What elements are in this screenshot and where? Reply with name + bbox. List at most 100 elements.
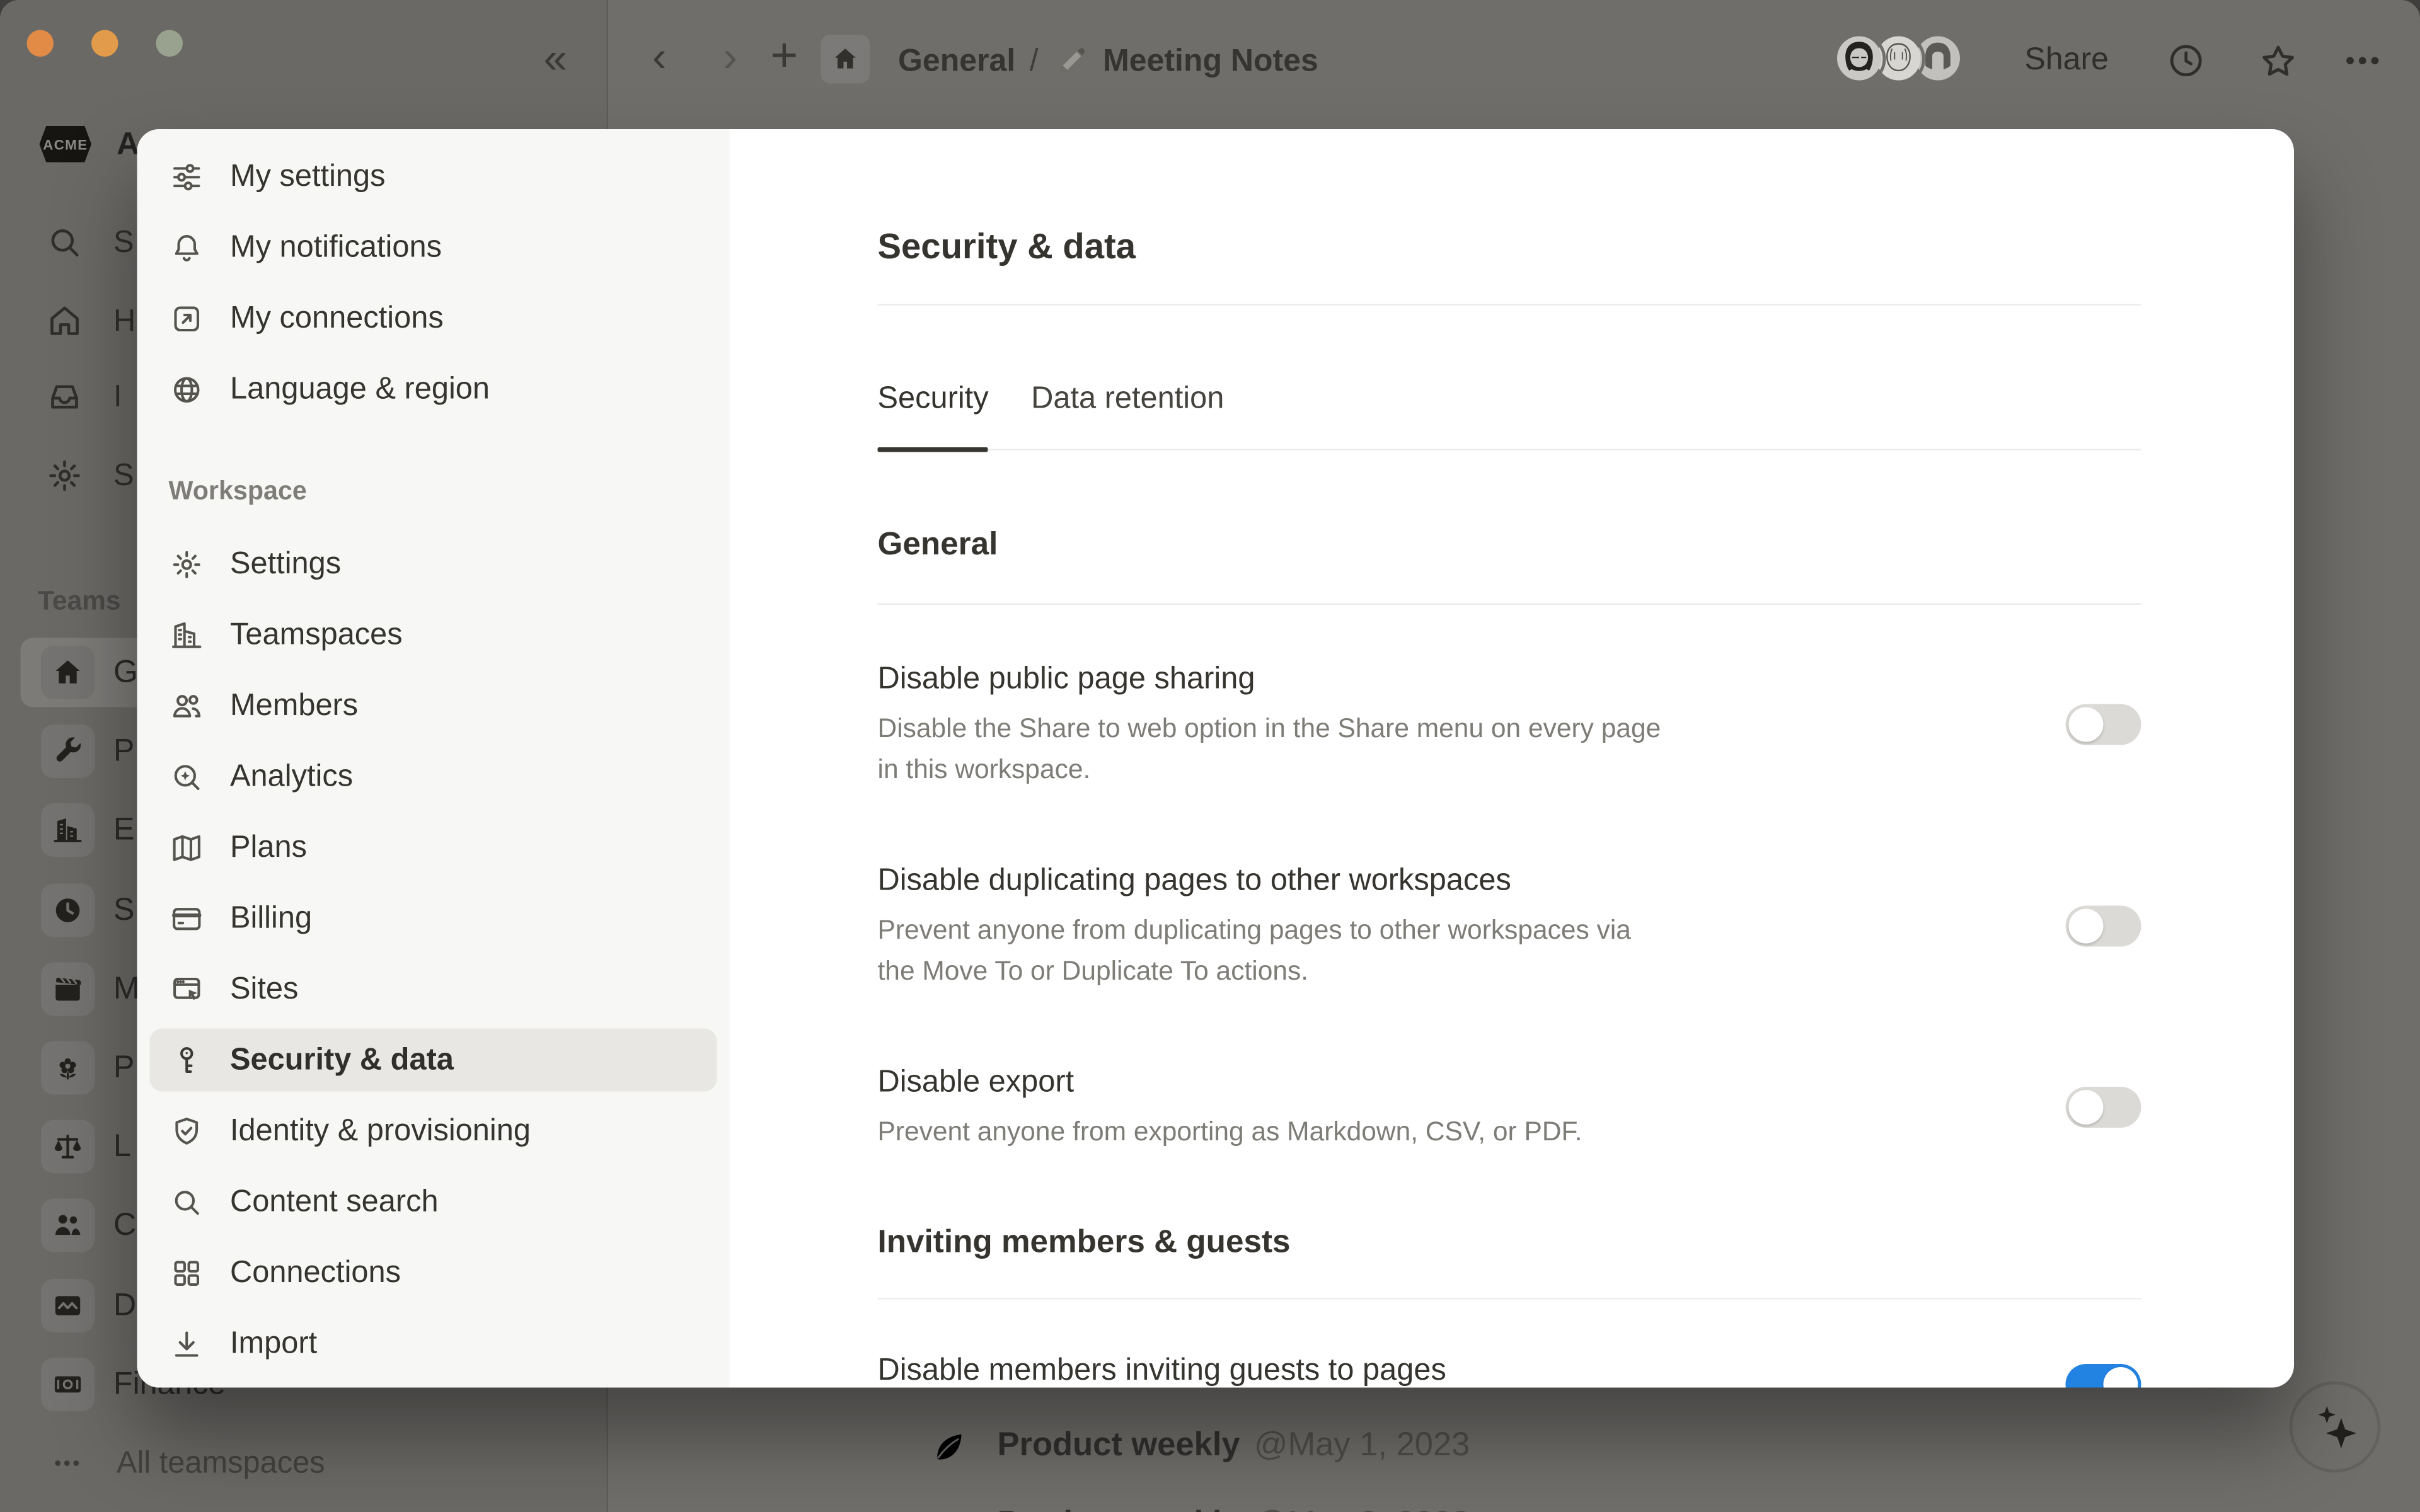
inbox-icon[interactable]	[44, 377, 85, 418]
divider	[878, 604, 2141, 605]
credit-card-icon	[169, 900, 205, 937]
tab-security[interactable]: Security	[878, 378, 989, 449]
sidebar-item-settings[interactable]: S	[113, 455, 134, 496]
home-icon	[831, 44, 861, 74]
gear-icon[interactable]	[44, 455, 85, 496]
teamspace-customers[interactable]	[41, 1199, 95, 1252]
sliders-icon	[169, 158, 205, 195]
settings-nav-identity-provisioning[interactable]: Identity & provisioning	[150, 1099, 717, 1162]
favorite-star-icon[interactable]	[2256, 40, 2300, 84]
key-icon	[169, 1042, 205, 1079]
toggle-disable-export[interactable]	[2066, 1087, 2141, 1128]
sidebar-collapse-icon[interactable]: «	[544, 38, 568, 81]
settings-nav-connections[interactable]: Connections	[150, 1241, 717, 1304]
settings-nav-label: Teamspaces	[230, 617, 403, 653]
settings-nav-language-region[interactable]: Language & region	[150, 358, 717, 421]
teamspace-label[interactable]: C	[113, 1199, 136, 1252]
settings-nav-members[interactable]: Members	[150, 674, 717, 737]
settings-nav-content-search[interactable]: Content search	[150, 1171, 717, 1234]
setting-row-duplicating-pages: Disable duplicating pages to other works…	[878, 860, 2141, 992]
teamspace-label[interactable]: P	[113, 1041, 134, 1095]
teamspace-label[interactable]: S	[113, 884, 134, 937]
settings-nav-label: Members	[230, 687, 358, 724]
page-link-row[interactable]: Product weekly @May 1, 2023	[928, 1424, 1470, 1468]
home-icon[interactable]	[44, 301, 85, 342]
teamspace-label[interactable]: P	[113, 724, 134, 778]
date-mention[interactable]: @May 8, 2023	[1254, 1506, 1470, 1512]
teamspace-label[interactable]: M	[113, 963, 140, 1016]
settings-nav-analytics[interactable]: Analytics	[150, 745, 717, 808]
tab-data-retention[interactable]: Data retention	[1031, 378, 1224, 449]
teamspace-design[interactable]	[41, 1279, 95, 1332]
teamspace-finance[interactable]	[41, 1358, 95, 1411]
toggle-disable-members-inviting-guests[interactable]	[2066, 1364, 2141, 1388]
teamspace-label[interactable]: E	[113, 803, 134, 857]
settings-dialog-content: Security & data Security Data retention …	[730, 129, 2295, 1388]
share-button[interactable]: Share	[2025, 43, 2109, 79]
money-icon	[50, 1367, 85, 1402]
settings-nav-security-data[interactable]: Security & data	[150, 1029, 717, 1092]
teamspace-general[interactable]	[41, 646, 95, 699]
all-teamspaces-button[interactable]: All teamspaces	[117, 1448, 325, 1479]
notion-window: « ‹ › + General / Meeting Notes Share	[0, 0, 2420, 1512]
sidebar-item-search[interactable]: S	[113, 222, 134, 263]
settings-nav-label: Language & region	[230, 371, 490, 408]
settings-nav-settings[interactable]: Settings	[150, 532, 717, 595]
clock-icon	[50, 893, 85, 928]
toggle-disable-public-page-sharing[interactable]	[2066, 704, 2141, 745]
settings-nav-label: My settings	[230, 158, 386, 195]
toggle-knob	[2069, 707, 2104, 742]
teamspace-sales[interactable]	[41, 884, 95, 937]
collaborator-avatars[interactable]	[1834, 33, 1965, 86]
teamspace-product[interactable]	[41, 724, 95, 778]
setting-title: Disable export	[878, 1062, 1899, 1102]
traffic-lights	[27, 30, 183, 57]
workspace-name[interactable]: A	[117, 128, 139, 164]
settings-nav-my-settings[interactable]: My settings	[150, 145, 717, 208]
search-icon[interactable]	[44, 222, 85, 263]
settings-nav-label: Security & data	[230, 1042, 454, 1079]
teamspace-label[interactable]: L	[113, 1120, 131, 1174]
date-mention[interactable]: @May 1, 2023	[1254, 1427, 1470, 1465]
sidebar-item-inbox[interactable]: I	[113, 377, 122, 418]
sidebar-item-home[interactable]: H	[113, 301, 135, 342]
settings-nav-import[interactable]: Import	[150, 1312, 717, 1375]
settings-nav-label: Connections	[230, 1254, 401, 1291]
toggle-disable-duplicating-pages[interactable]	[2066, 906, 2141, 947]
close-button[interactable]	[27, 30, 54, 57]
settings-nav-teamspaces[interactable]: Teamspaces	[150, 604, 717, 667]
page-link-title[interactable]: Product weekly	[998, 1506, 1240, 1512]
teamspaces-section-header: Teams	[38, 586, 121, 617]
setting-row-export: Disable export Prevent anyone from expor…	[878, 1062, 2141, 1153]
settings-nav-my-notifications[interactable]: My notifications	[150, 216, 717, 279]
breadcrumb: General / Meeting Notes	[898, 41, 1318, 82]
teamspace-people[interactable]	[41, 1041, 95, 1095]
zoom-button[interactable]	[156, 30, 183, 57]
page-link-row[interactable]: Product weekly @May 8, 2023	[928, 1503, 1470, 1512]
ai-assistant-button[interactable]	[2290, 1382, 2381, 1473]
breadcrumb-section[interactable]: General	[898, 43, 1015, 80]
settings-nav-plans[interactable]: Plans	[150, 816, 717, 879]
teamspace-engineering[interactable]	[41, 803, 95, 857]
bell-icon	[169, 229, 205, 266]
teamspace-marketing[interactable]	[41, 963, 95, 1016]
settings-nav-sites[interactable]: Sites	[150, 958, 717, 1021]
settings-nav-label: My notifications	[230, 229, 442, 266]
settings-nav-billing[interactable]: Billing	[150, 887, 717, 950]
teamspace-legal[interactable]	[41, 1120, 95, 1174]
nav-forward-icon[interactable]: ›	[723, 37, 738, 79]
more-options-icon[interactable]	[2341, 40, 2384, 83]
history-clock-icon[interactable]	[2165, 40, 2208, 83]
nav-back-icon[interactable]: ‹	[652, 37, 667, 79]
minimize-button[interactable]	[91, 30, 118, 57]
settings-nav-my-connections[interactable]: My connections	[150, 287, 717, 350]
members-icon	[169, 687, 205, 724]
teamspace-label[interactable]: D	[113, 1279, 136, 1332]
new-page-icon[interactable]: +	[771, 35, 798, 77]
breadcrumb-page-title[interactable]: Meeting Notes	[1103, 43, 1318, 80]
breadcrumb-home-button[interactable]	[821, 35, 870, 84]
page-link-title[interactable]: Product weekly	[998, 1427, 1240, 1465]
teamspace-label[interactable]: G	[113, 646, 138, 699]
building-icon	[50, 813, 85, 847]
workspace-logo[interactable]: ACME	[40, 126, 92, 163]
